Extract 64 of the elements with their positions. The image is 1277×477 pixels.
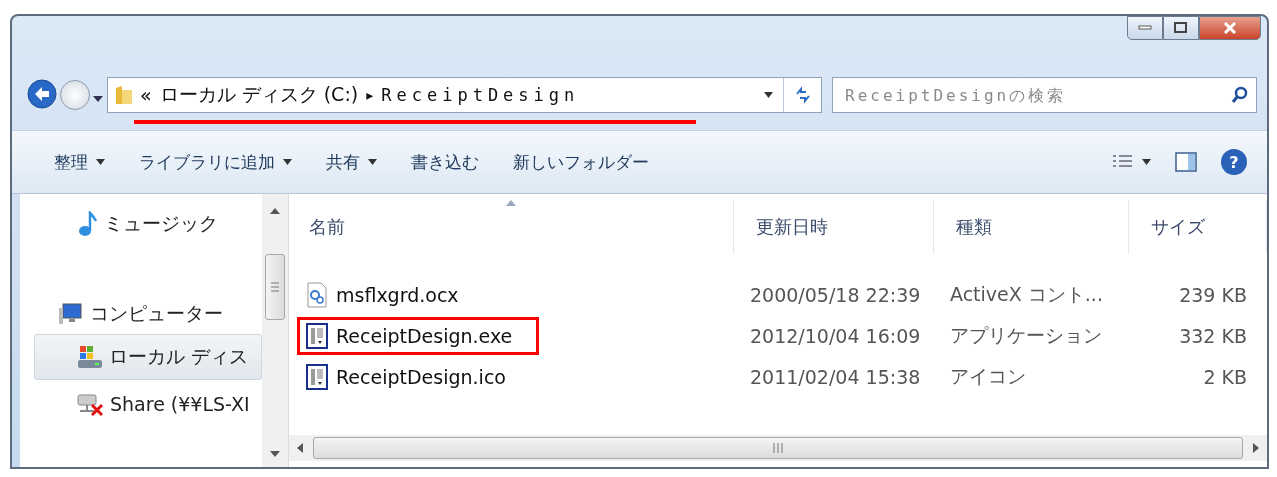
sort-arrow-icon — [506, 200, 516, 206]
search-icon — [1231, 86, 1249, 104]
scroll-thumb[interactable] — [313, 437, 1243, 459]
preview-pane-icon — [1175, 152, 1197, 172]
application-icon — [306, 322, 328, 349]
drive-icon — [77, 344, 103, 370]
grip-icon — [773, 443, 783, 453]
toolbar-button[interactable]: 書き込む — [399, 144, 491, 180]
table-cell-text: 2011/02/04 15:38 — [749, 365, 922, 388]
refresh-icon — [793, 86, 812, 104]
caret-icon[interactable] — [764, 92, 773, 98]
sidebar-item[interactable]: Share (¥¥LS-XI — [20, 382, 262, 426]
scroll-down-icon[interactable] — [270, 451, 280, 457]
minimize-icon — [1138, 25, 1152, 31]
column-header[interactable]: サイズ — [1129, 200, 1267, 254]
computer-icon — [58, 302, 84, 326]
table-cell-text: 2 KB — [1202, 365, 1248, 388]
close-button[interactable] — [1199, 16, 1261, 40]
back-button[interactable] — [26, 79, 58, 111]
toolbar-button[interactable]: ライブラリに追加 — [127, 144, 304, 180]
toolbar-button[interactable]: 新しいフォルダー — [501, 144, 661, 180]
music-note-icon — [78, 211, 98, 237]
network-drive-icon — [76, 391, 104, 417]
maximize-icon — [1174, 22, 1188, 34]
help-button[interactable]: ? — [1221, 149, 1247, 175]
list-view-icon — [1112, 154, 1134, 170]
folder-icon — [114, 84, 134, 106]
caret-icon — [1142, 159, 1151, 165]
file-name[interactable]: msflxgrd.ocx — [336, 283, 459, 306]
file-name[interactable]: ReceiptDesign.exe — [336, 324, 513, 347]
column-header[interactable]: 更新日時 — [734, 200, 934, 254]
maximize-button[interactable] — [1163, 16, 1199, 40]
breadcrumb-item[interactable]: ReceiptDesign — [381, 85, 580, 105]
toolbar-button[interactable]: 共有 — [314, 144, 389, 180]
table-cell-text: ActiveX コント... — [949, 281, 1104, 307]
vertical-scrollbar[interactable] — [262, 194, 288, 467]
sidebar-item[interactable]: ミュージック — [20, 204, 262, 244]
scroll-left-icon[interactable] — [297, 443, 303, 453]
table-cell-text: アプリケーション — [949, 322, 1103, 348]
column-header[interactable]: 種類 — [934, 200, 1129, 254]
scroll-thumb[interactable] — [265, 254, 285, 320]
gear-file-icon — [306, 281, 328, 308]
table-cell-text: 332 KB — [1178, 324, 1248, 347]
file-name[interactable]: ReceiptDesign.ico — [336, 365, 506, 388]
table-cell-text: 2000/05/18 22:39 — [749, 283, 922, 306]
scroll-right-icon[interactable] — [1253, 443, 1259, 453]
scroll-up-icon[interactable] — [270, 208, 280, 214]
application-icon — [306, 363, 328, 390]
horizontal-scrollbar[interactable] — [289, 435, 1267, 461]
caret-icon[interactable] — [93, 96, 103, 102]
table-cell-text: アイコン — [949, 363, 1027, 389]
breadcrumb-item[interactable]: ローカル ディスク (C:) — [159, 82, 359, 108]
grip-icon — [271, 282, 279, 292]
close-icon — [1223, 22, 1237, 34]
search-field[interactable]: ReceiptDesignの検索 — [832, 77, 1257, 113]
sidebar-item[interactable]: ローカル ディス — [34, 334, 262, 380]
breadcrumb-overflow[interactable]: « — [140, 84, 152, 106]
table-cell-text: 239 KB — [1178, 283, 1248, 306]
toolbar-button[interactable]: 整理 — [42, 144, 117, 180]
minimize-button[interactable] — [1127, 16, 1163, 40]
column-header[interactable]: 名前 — [289, 200, 734, 254]
breadcrumb-separator[interactable]: ▸ — [366, 87, 374, 103]
table-cell-text: 2012/10/04 16:09 — [749, 324, 922, 347]
sidebar-item[interactable]: コンピューター — [20, 294, 262, 334]
